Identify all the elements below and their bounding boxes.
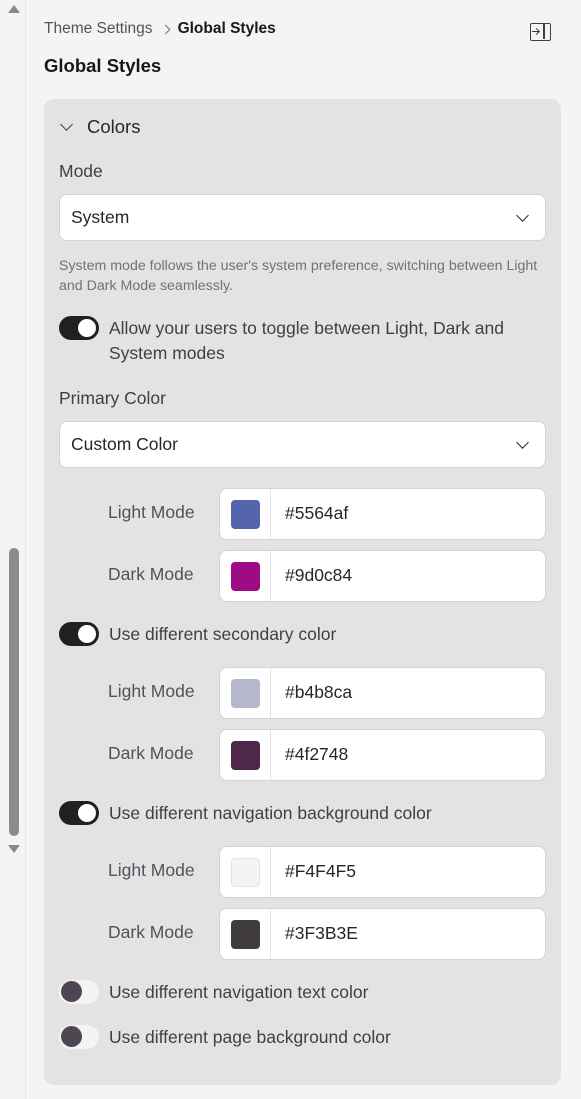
hex-value[interactable]: #5564af xyxy=(285,503,348,524)
page-bg-toggle-row: Use different page background color xyxy=(59,1025,391,1050)
page-bg-color-toggle[interactable] xyxy=(59,1025,99,1049)
nav-bg-light-color-field[interactable]: #F4F4F5 xyxy=(219,846,546,898)
color-swatch[interactable] xyxy=(231,679,260,708)
mode-select[interactable]: System xyxy=(59,194,546,241)
allow-mode-toggle-row: Allow your users to toggle between Light… xyxy=(59,316,539,366)
light-mode-label: Light Mode xyxy=(108,860,195,880)
mode-select-value: System xyxy=(71,207,130,227)
mode-label: Mode xyxy=(59,161,103,181)
color-swatch[interactable] xyxy=(231,500,260,529)
nav-text-toggle-row: Use different navigation text color xyxy=(59,980,368,1005)
secondary-toggle-row: Use different secondary color xyxy=(59,622,336,647)
nav-bg-toggle-row: Use different navigation background colo… xyxy=(59,801,432,826)
chevron-down-icon xyxy=(516,436,529,449)
nav-text-color-toggle[interactable] xyxy=(59,980,99,1004)
scrollbar-thumb[interactable] xyxy=(9,548,19,836)
scroll-down-arrow-icon[interactable] xyxy=(8,845,20,853)
color-swatch[interactable] xyxy=(231,562,260,591)
allow-mode-toggle[interactable] xyxy=(59,316,99,340)
chevron-down-icon xyxy=(516,209,529,222)
nav-bg-light-row: Light Mode #F4F4F5 xyxy=(108,846,546,898)
secondary-light-color-field[interactable]: #b4b8ca xyxy=(219,667,546,719)
page-bg-color-toggle-label: Use different page background color xyxy=(109,1027,391,1047)
breadcrumb: Theme Settings Global Styles xyxy=(44,18,276,40)
section-title: Colors xyxy=(87,116,141,137)
primary-dark-row: Dark Mode #9d0c84 xyxy=(108,550,546,602)
color-swatch[interactable] xyxy=(231,741,260,770)
dark-mode-label: Dark Mode xyxy=(108,743,194,763)
breadcrumb-parent-link[interactable]: Theme Settings xyxy=(44,20,153,38)
nav-bg-dark-row: Dark Mode #3F3B3E xyxy=(108,908,546,960)
scrollbar[interactable] xyxy=(0,0,26,1099)
nav-bg-color-toggle[interactable] xyxy=(59,801,99,825)
light-mode-label: Light Mode xyxy=(108,681,195,701)
primary-color-label: Primary Color xyxy=(59,388,166,408)
secondary-light-row: Light Mode #b4b8ca xyxy=(108,667,546,719)
chevron-down-icon xyxy=(60,118,73,131)
colors-section-toggle[interactable]: Colors xyxy=(60,114,141,140)
chevron-right-icon xyxy=(160,24,171,34)
secondary-color-toggle[interactable] xyxy=(59,622,99,646)
light-mode-label: Light Mode xyxy=(108,502,195,522)
allow-mode-toggle-label: Allow your users to toggle between Light… xyxy=(109,318,504,363)
breadcrumb-current: Global Styles xyxy=(177,20,276,37)
hex-value[interactable]: #4f2748 xyxy=(285,744,348,765)
primary-dark-color-field[interactable]: #9d0c84 xyxy=(219,550,546,602)
color-swatch[interactable] xyxy=(231,858,260,887)
nav-bg-dark-color-field[interactable]: #3F3B3E xyxy=(219,908,546,960)
hex-value[interactable]: #3F3B3E xyxy=(285,923,358,944)
hex-value[interactable]: #F4F4F5 xyxy=(285,861,356,882)
primary-color-select-value: Custom Color xyxy=(71,434,178,454)
scroll-up-arrow-icon[interactable] xyxy=(8,5,20,13)
dark-mode-label: Dark Mode xyxy=(108,922,194,942)
primary-color-select[interactable]: Custom Color xyxy=(59,421,546,468)
secondary-dark-row: Dark Mode #4f2748 xyxy=(108,729,546,781)
primary-light-row: Light Mode #5564af xyxy=(108,488,546,540)
secondary-dark-color-field[interactable]: #4f2748 xyxy=(219,729,546,781)
page-title: Global Styles xyxy=(44,55,162,76)
primary-light-color-field[interactable]: #5564af xyxy=(219,488,546,540)
sidebar-collapse-icon[interactable] xyxy=(530,23,551,41)
mode-helper-text: System mode follows the user's system pr… xyxy=(59,258,538,294)
nav-bg-color-toggle-label: Use different navigation background colo… xyxy=(109,803,432,823)
hex-value[interactable]: #b4b8ca xyxy=(285,682,352,703)
nav-text-color-toggle-label: Use different navigation text color xyxy=(109,982,369,1002)
secondary-color-toggle-label: Use different secondary color xyxy=(109,624,337,644)
dark-mode-label: Dark Mode xyxy=(108,564,194,584)
hex-value[interactable]: #9d0c84 xyxy=(285,565,352,586)
color-swatch[interactable] xyxy=(231,920,260,949)
